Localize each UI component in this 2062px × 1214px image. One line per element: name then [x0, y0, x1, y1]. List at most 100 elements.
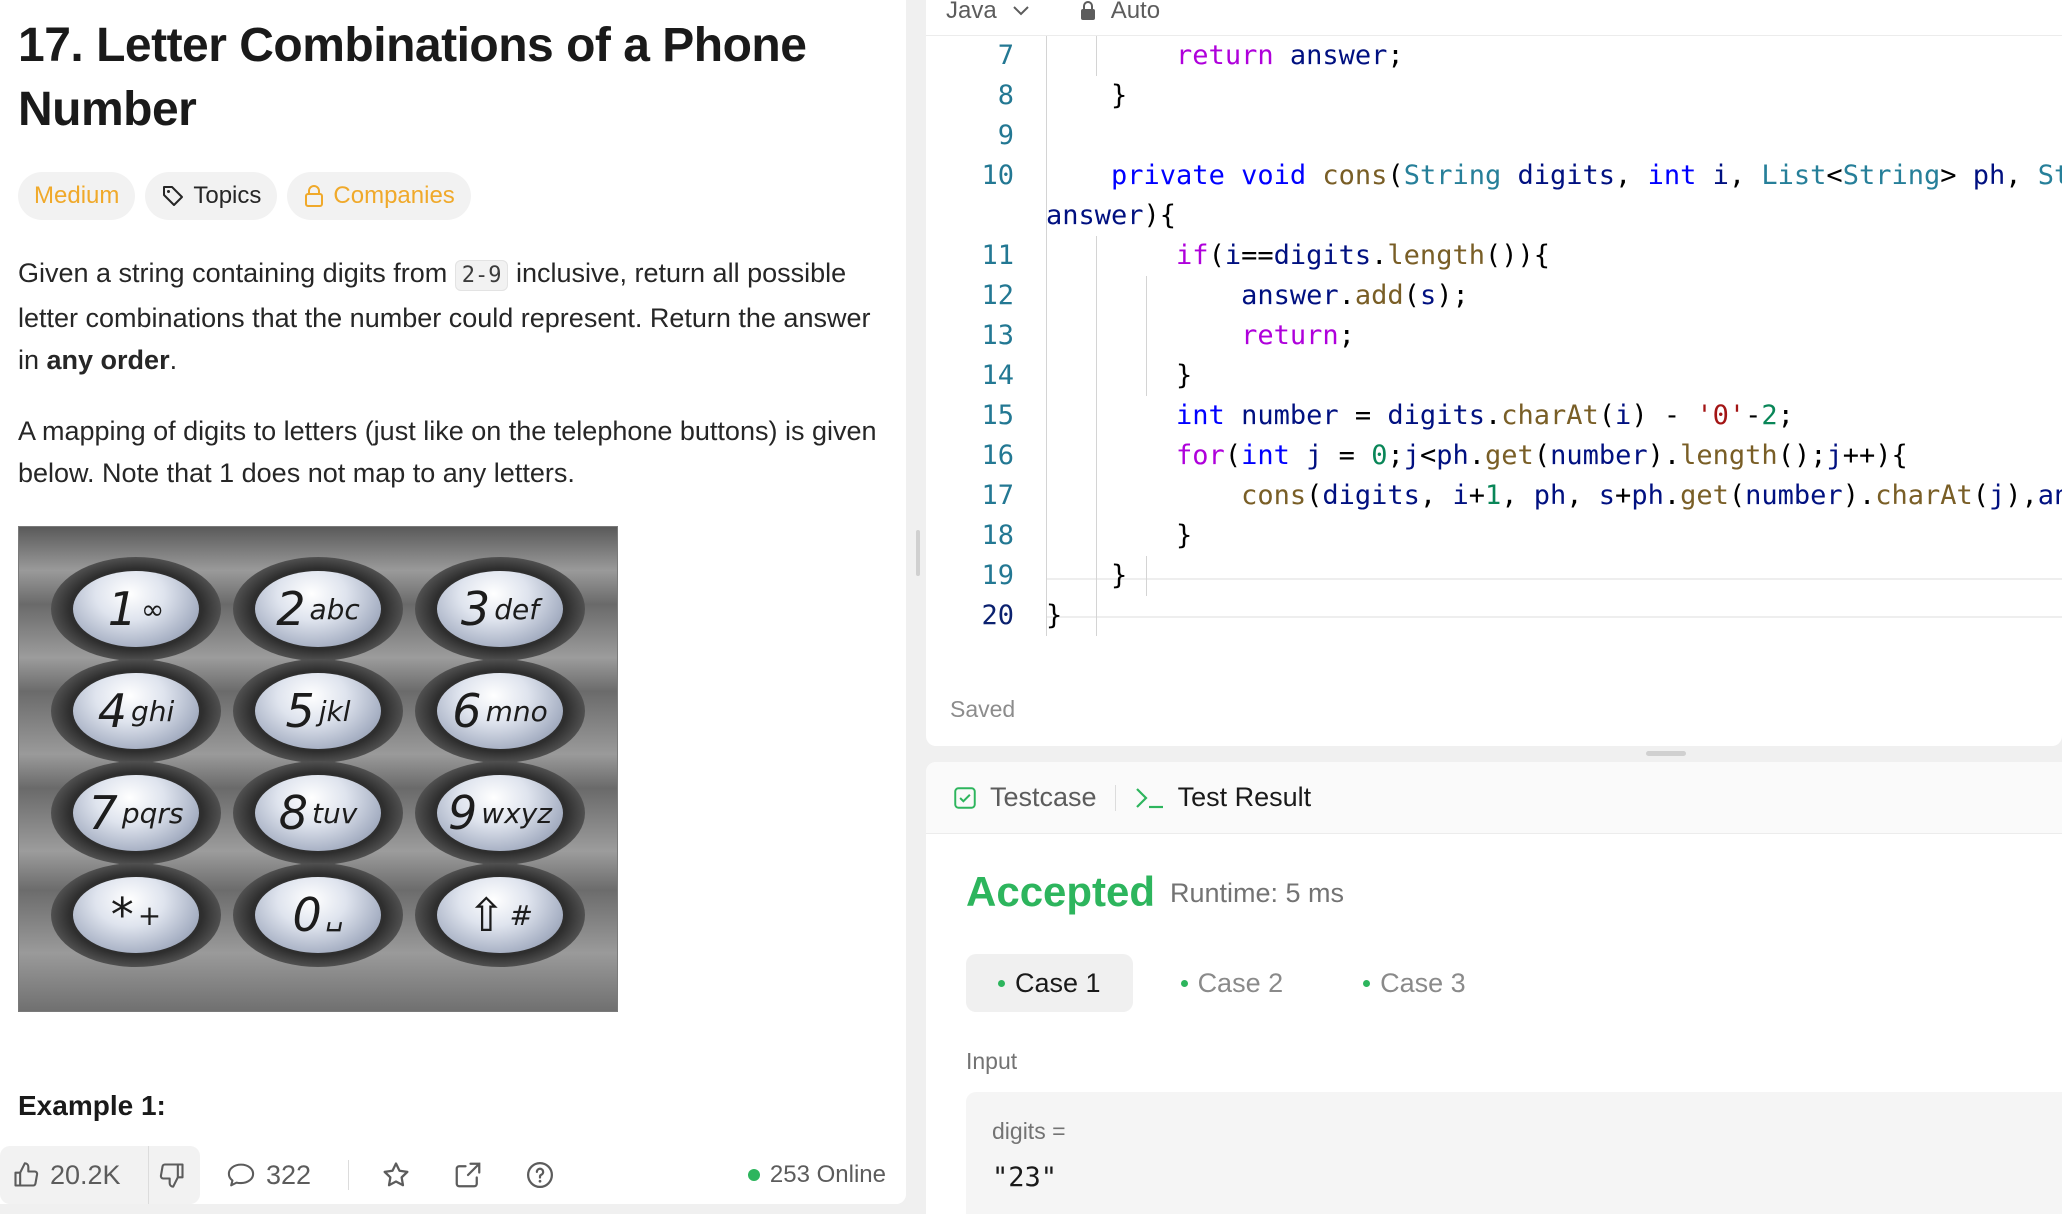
inline-code: 2-9	[454, 260, 509, 291]
difficulty-badge[interactable]: Medium	[18, 172, 136, 220]
problem-description: Given a string containing digits from 2-…	[18, 252, 878, 381]
case-tabs: Case 1 Case 2 Case 3	[966, 954, 1498, 1012]
topics-button[interactable]: Topics	[145, 172, 278, 220]
keypad-key: 0 ␣	[233, 863, 403, 967]
checkbox-icon	[954, 786, 976, 809]
like-count: 20.2K	[50, 1159, 121, 1190]
thumbs-down-icon	[159, 1163, 184, 1188]
indent-guide	[1096, 36, 1097, 76]
result-tabs: Testcase Test Result	[926, 762, 2062, 834]
chevron-down-icon[interactable]	[1011, 4, 1031, 18]
help-button[interactable]	[520, 1146, 560, 1204]
key-digit: 2	[276, 582, 306, 636]
case-tab-1[interactable]: Case 1	[966, 954, 1133, 1012]
bottom-toolbar: 20.2K 322 253 Online	[0, 1146, 906, 1204]
case-label: Case 2	[1197, 967, 1284, 998]
tab-test-result[interactable]: Test Result	[1134, 782, 1312, 813]
key-letters: jkl	[318, 694, 351, 728]
key-letters: #	[509, 898, 533, 932]
key-digit: 8	[278, 786, 308, 840]
language-select[interactable]: Java	[946, 0, 997, 25]
key-letters: pqrs	[121, 796, 184, 830]
mode-label[interactable]: Auto	[1111, 0, 1160, 25]
keypad-key: 3 def	[415, 557, 585, 661]
line-text: return answer;	[1176, 40, 1404, 71]
line-number: 7	[997, 40, 1014, 71]
key-digit: 1	[107, 582, 137, 636]
problem-title: 17. Letter Combinations of a Phone Numbe…	[18, 19, 807, 136]
horizontal-resize-handle[interactable]	[1646, 751, 1686, 756]
editor-toolbar: Java Auto	[926, 0, 2062, 36]
like-button[interactable]: 20.2K	[0, 1160, 148, 1191]
case-tab-2[interactable]: Case 2	[1149, 954, 1316, 1012]
code-line[interactable]: 9	[926, 116, 2062, 156]
dislike-button[interactable]	[148, 1146, 194, 1204]
comments-button[interactable]: 322	[226, 1146, 311, 1204]
desc-text: Given a string containing digits from	[18, 258, 455, 288]
line-number: 8	[997, 80, 1014, 111]
thumbs-up-icon	[14, 1162, 39, 1187]
runtime-text: Runtime: 5 ms	[1170, 878, 1345, 908]
keypad-key: 5 jkl	[233, 659, 403, 763]
line-text: private void cons(String digits, int i, …	[1111, 160, 2062, 191]
keypad-key-face: ⇧ #	[437, 877, 563, 953]
tab-test-result-label: Test Result	[1177, 782, 1312, 812]
tab-testcase[interactable]: Testcase	[952, 782, 1097, 813]
companies-label: Companies	[333, 182, 455, 209]
line-number: 9	[997, 120, 1014, 151]
line-text: if(i==digits.length()){	[1176, 240, 1550, 271]
comment-count: 322	[266, 1159, 312, 1190]
case-tab-3[interactable]: Case 3	[1331, 954, 1498, 1012]
line-text: }	[1046, 520, 1193, 551]
keypad-key: * +	[51, 863, 221, 967]
code-line[interactable]: answer){	[926, 196, 2062, 236]
line-number: 18	[981, 520, 1014, 551]
line-number: 20	[981, 600, 1014, 631]
keypad-key-face: * +	[73, 877, 199, 953]
key-digit: 6	[452, 684, 482, 738]
indent-guide	[1146, 556, 1147, 596]
keypad-key-face: 9 wxyz	[437, 775, 563, 851]
line-text: for(int j = 0;j<ph.get(number).length();…	[1176, 440, 1908, 471]
problem-panel: 17. Letter Combinations of a Phone Numbe…	[0, 0, 906, 1204]
line-number: 13	[981, 320, 1014, 351]
keypad-key: 6 mno	[415, 659, 585, 763]
key-letters: tuv	[311, 796, 358, 830]
lock-icon	[305, 185, 324, 207]
key-letters: ghi	[130, 694, 175, 728]
online-count: 253 Online	[769, 1161, 886, 1188]
keypad-key: 9 wxyz	[415, 761, 585, 865]
vertical-resize-handle[interactable]	[916, 530, 920, 576]
input-label: Input	[966, 1048, 1018, 1074]
key-letters: def	[494, 592, 540, 626]
key-digit: 4	[97, 684, 127, 738]
tab-divider	[1114, 784, 1116, 811]
line-text: }	[1046, 360, 1193, 391]
lock-icon	[1080, 0, 1095, 20]
vote-group: 20.2K	[0, 1146, 200, 1204]
favorite-button[interactable]	[376, 1146, 416, 1204]
line-number: 10	[981, 160, 1014, 191]
key-letters: abc	[309, 592, 360, 626]
line-text: }	[1046, 80, 1128, 111]
line-number: 12	[981, 280, 1014, 311]
line-number: 15	[981, 400, 1014, 431]
companies-button[interactable]: Companies	[287, 172, 471, 220]
key-letters: mno	[485, 694, 548, 728]
case-label: Case 3	[1380, 967, 1466, 998]
key-digit: 7	[88, 786, 118, 840]
keypad-key: 4 ghi	[51, 659, 221, 763]
share-button[interactable]	[448, 1146, 488, 1204]
result-status: Accepted	[966, 868, 1156, 915]
pass-dot	[1180, 979, 1188, 987]
desc-bold: any order	[46, 345, 170, 375]
indent-guide	[1096, 236, 1097, 636]
key-digit: ⇧	[466, 888, 506, 942]
code-line[interactable]: 10 private void cons(String digits, int …	[926, 156, 2062, 196]
toolbar-divider	[348, 1160, 349, 1190]
star-icon	[383, 1162, 409, 1187]
code-line[interactable]: 8 }	[926, 76, 2062, 116]
line-number: 17	[981, 480, 1014, 511]
keypad-key-face: 2 abc	[255, 571, 381, 647]
input-var-label: digits =	[992, 1118, 1066, 1144]
